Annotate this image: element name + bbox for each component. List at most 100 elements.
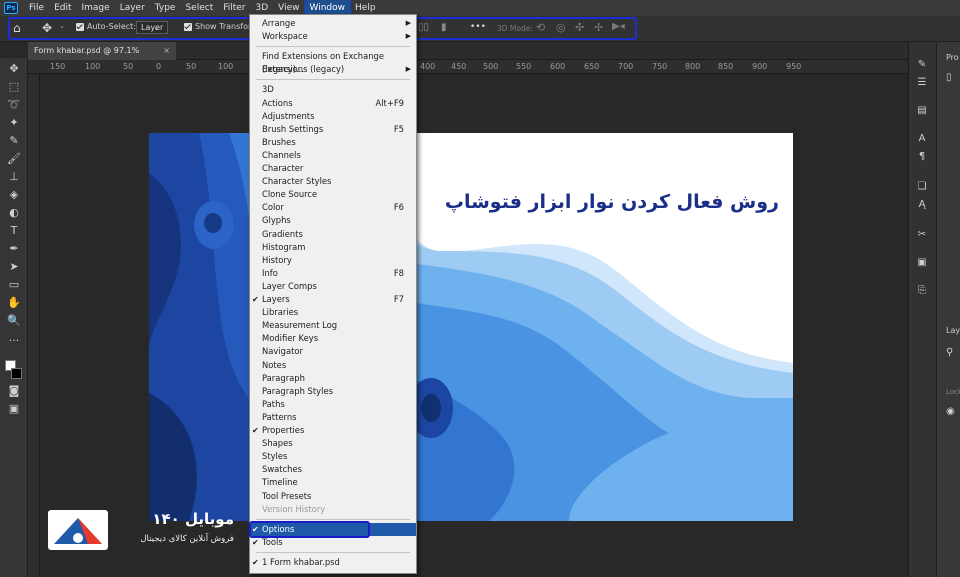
menu-item-libraries[interactable]: Libraries	[250, 306, 416, 319]
adjustments-sliders-icon[interactable]: ☰	[914, 76, 930, 90]
menu-item-histogram[interactable]: Histogram	[250, 241, 416, 254]
right-panel-dock	[936, 42, 960, 577]
tools-panel: ✥ ⬚ ➰ ✦ ✎ 🖌 ⊥ ◈ ◐ T ✒ ➤ ▭ ✋ 🔍 ··· ◙ ▣	[0, 58, 28, 577]
zoom-tool-icon[interactable]: 🔍	[6, 314, 22, 328]
menu-item-history[interactable]: History	[250, 254, 416, 267]
glyphs-icon[interactable]: ❏	[914, 180, 930, 194]
submenu-arrow-icon: ▶	[405, 19, 411, 27]
eyedropper-tool-icon[interactable]: ✎	[6, 134, 22, 148]
menu-item-label: 3D	[262, 84, 274, 95]
document-tab[interactable]: Form khabar.psd @ 97.1% (RGB/8#) * ×	[28, 42, 176, 73]
menu-item-gradients[interactable]: Gradients	[250, 228, 416, 241]
menu-item-find-extensions-on-exchange-legacy[interactable]: Find Extensions on Exchange (legacy)...	[250, 50, 416, 74]
menu-item-notes[interactable]: Notes	[250, 359, 416, 372]
menu-item-modifier-keys[interactable]: Modifier Keys	[250, 332, 416, 345]
menu-item-clone-source[interactable]: Clone Source	[250, 188, 416, 201]
marquee-tool-icon[interactable]: ⬚	[6, 80, 22, 94]
panel-tab-layers[interactable]: Lay	[946, 326, 960, 335]
quick-mask-icon[interactable]: ◙	[6, 384, 22, 398]
menu-item-actions[interactable]: Actions Alt+F9	[250, 97, 416, 110]
menu-item-paths[interactable]: Paths	[250, 398, 416, 411]
ruler-tick: 700	[618, 62, 634, 71]
screen-mode-icon[interactable]: ▣	[6, 402, 22, 416]
search-icon[interactable]: ⚲	[946, 347, 953, 358]
window-menu-dropdown: Arrange ▶ Workspace ▶ Find Extensions on Exc…	[249, 14, 417, 574]
menu-item-label: Version History	[262, 503, 326, 514]
menu-item-character-styles[interactable]: Character Styles	[250, 175, 416, 188]
menu-item-styles[interactable]: Styles	[250, 450, 416, 463]
layers-stack-icon[interactable]: ▤	[914, 104, 930, 118]
character-icon[interactable]: A	[914, 132, 930, 146]
menu-item-patterns[interactable]: Patterns	[250, 411, 416, 424]
brush-settings-icon[interactable]: ✎	[914, 58, 930, 72]
menu-item-brush-settings[interactable]: Brush Settings F5	[250, 123, 416, 136]
menu-item-label: Clone Source	[262, 189, 318, 200]
menu-item-shapes[interactable]: Shapes	[250, 437, 416, 450]
menu-item-glyphs[interactable]: Glyphs	[250, 214, 416, 227]
ruler-tick: 50	[123, 62, 134, 71]
move-tool-icon[interactable]: ✥	[6, 62, 22, 76]
menu-image[interactable]: Image	[77, 0, 115, 16]
close-icon[interactable]: ×	[163, 42, 170, 60]
background-color-swatch[interactable]	[11, 368, 22, 379]
menu-item-properties[interactable]: ✔ Properties	[250, 424, 416, 437]
paragraph-icon[interactable]: ¶	[914, 150, 930, 164]
brand-watermark: موبایل ۱۴۰ فروش آنلاین کالای دیجیتال	[48, 510, 248, 552]
document-canvas[interactable]: روش فعال کردن نوار ابزار فتوشاپ	[149, 133, 793, 521]
menu-item-label: Actions	[262, 97, 293, 108]
menu-layer[interactable]: Layer	[115, 0, 150, 16]
menu-item-paragraph[interactable]: Paragraph	[250, 372, 416, 385]
history-icon[interactable]: ⎘	[914, 284, 930, 298]
menu-item-workspace[interactable]: Workspace ▶	[250, 30, 416, 43]
character-styles-icon[interactable]: Ą	[914, 198, 930, 212]
menu-item-1-form-khabar-psd[interactable]: ✔ 1 Form khabar.psd	[250, 556, 416, 569]
magic-wand-tool-icon[interactable]: ✦	[6, 116, 22, 130]
menu-item-channels[interactable]: Channels	[250, 149, 416, 162]
menu-item-extensions-legacy[interactable]: Extensions (legacy) ▶	[250, 63, 416, 76]
menu-type[interactable]: Type	[150, 0, 181, 16]
path-select-tool-icon[interactable]: ➤	[6, 260, 22, 274]
brush-tool-icon[interactable]: 🖌	[6, 152, 22, 166]
eraser-tool-icon[interactable]: ◈	[6, 188, 22, 202]
menu-item-measurement-log[interactable]: Measurement Log	[250, 319, 416, 332]
type-tool-icon[interactable]: T	[6, 224, 22, 238]
menu-item-brushes[interactable]: Brushes	[250, 136, 416, 149]
menu-item-label: Patterns	[262, 411, 297, 422]
dodge-tool-icon[interactable]: ◐	[6, 206, 22, 220]
panel-tab-properties[interactable]: Pro	[946, 53, 959, 62]
menu-edit[interactable]: Edit	[49, 0, 76, 16]
menu-item-adjustments[interactable]: Adjustments	[250, 110, 416, 123]
navigator-icon[interactable]: ▣	[914, 256, 930, 270]
pen-tool-icon[interactable]: ✒	[6, 242, 22, 256]
ruler-tick: 550	[516, 62, 532, 71]
eye-icon[interactable]: ◉	[946, 406, 955, 417]
menu-item-label: Info	[262, 267, 278, 278]
menu-item-info[interactable]: Info F8	[250, 267, 416, 280]
ruler-tick: 800	[685, 62, 701, 71]
menu-item-layers[interactable]: ✔ Layers F7	[250, 293, 416, 306]
stamp-tool-icon[interactable]: ⊥	[6, 170, 22, 184]
menu-item-character[interactable]: Character	[250, 162, 416, 175]
menu-item-layer-comps[interactable]: Layer Comps	[250, 280, 416, 293]
checkmark-icon: ✔	[252, 426, 259, 435]
menu-item-paragraph-styles[interactable]: Paragraph Styles	[250, 385, 416, 398]
menu-item-color[interactable]: Color F6	[250, 201, 416, 214]
photoshop-logo-icon[interactable]: Ps	[4, 2, 18, 14]
menu-item-3d[interactable]: 3D	[250, 83, 416, 96]
lasso-tool-icon[interactable]: ➰	[6, 98, 22, 112]
menu-item-timeline[interactable]: Timeline	[250, 476, 416, 489]
right-tool-dock	[908, 42, 936, 577]
menu-item-label: Layer Comps	[262, 280, 317, 291]
menu-filter[interactable]: Filter	[218, 0, 250, 16]
menu-item-tool-presets[interactable]: Tool Presets	[250, 490, 416, 503]
menu-item-swatches[interactable]: Swatches	[250, 463, 416, 476]
menu-select[interactable]: Select	[180, 0, 218, 16]
hand-tool-icon[interactable]: ✋	[6, 296, 22, 310]
menu-file[interactable]: File	[24, 0, 49, 16]
rectangle-tool-icon[interactable]: ▭	[6, 278, 22, 292]
ruler-tick: 100	[85, 62, 101, 71]
menu-item-arrange[interactable]: Arrange ▶	[250, 17, 416, 30]
tool-presets-icon[interactable]: ✂	[914, 228, 930, 242]
more-tools-icon[interactable]: ···	[6, 334, 22, 348]
menu-item-navigator[interactable]: Navigator	[250, 345, 416, 358]
